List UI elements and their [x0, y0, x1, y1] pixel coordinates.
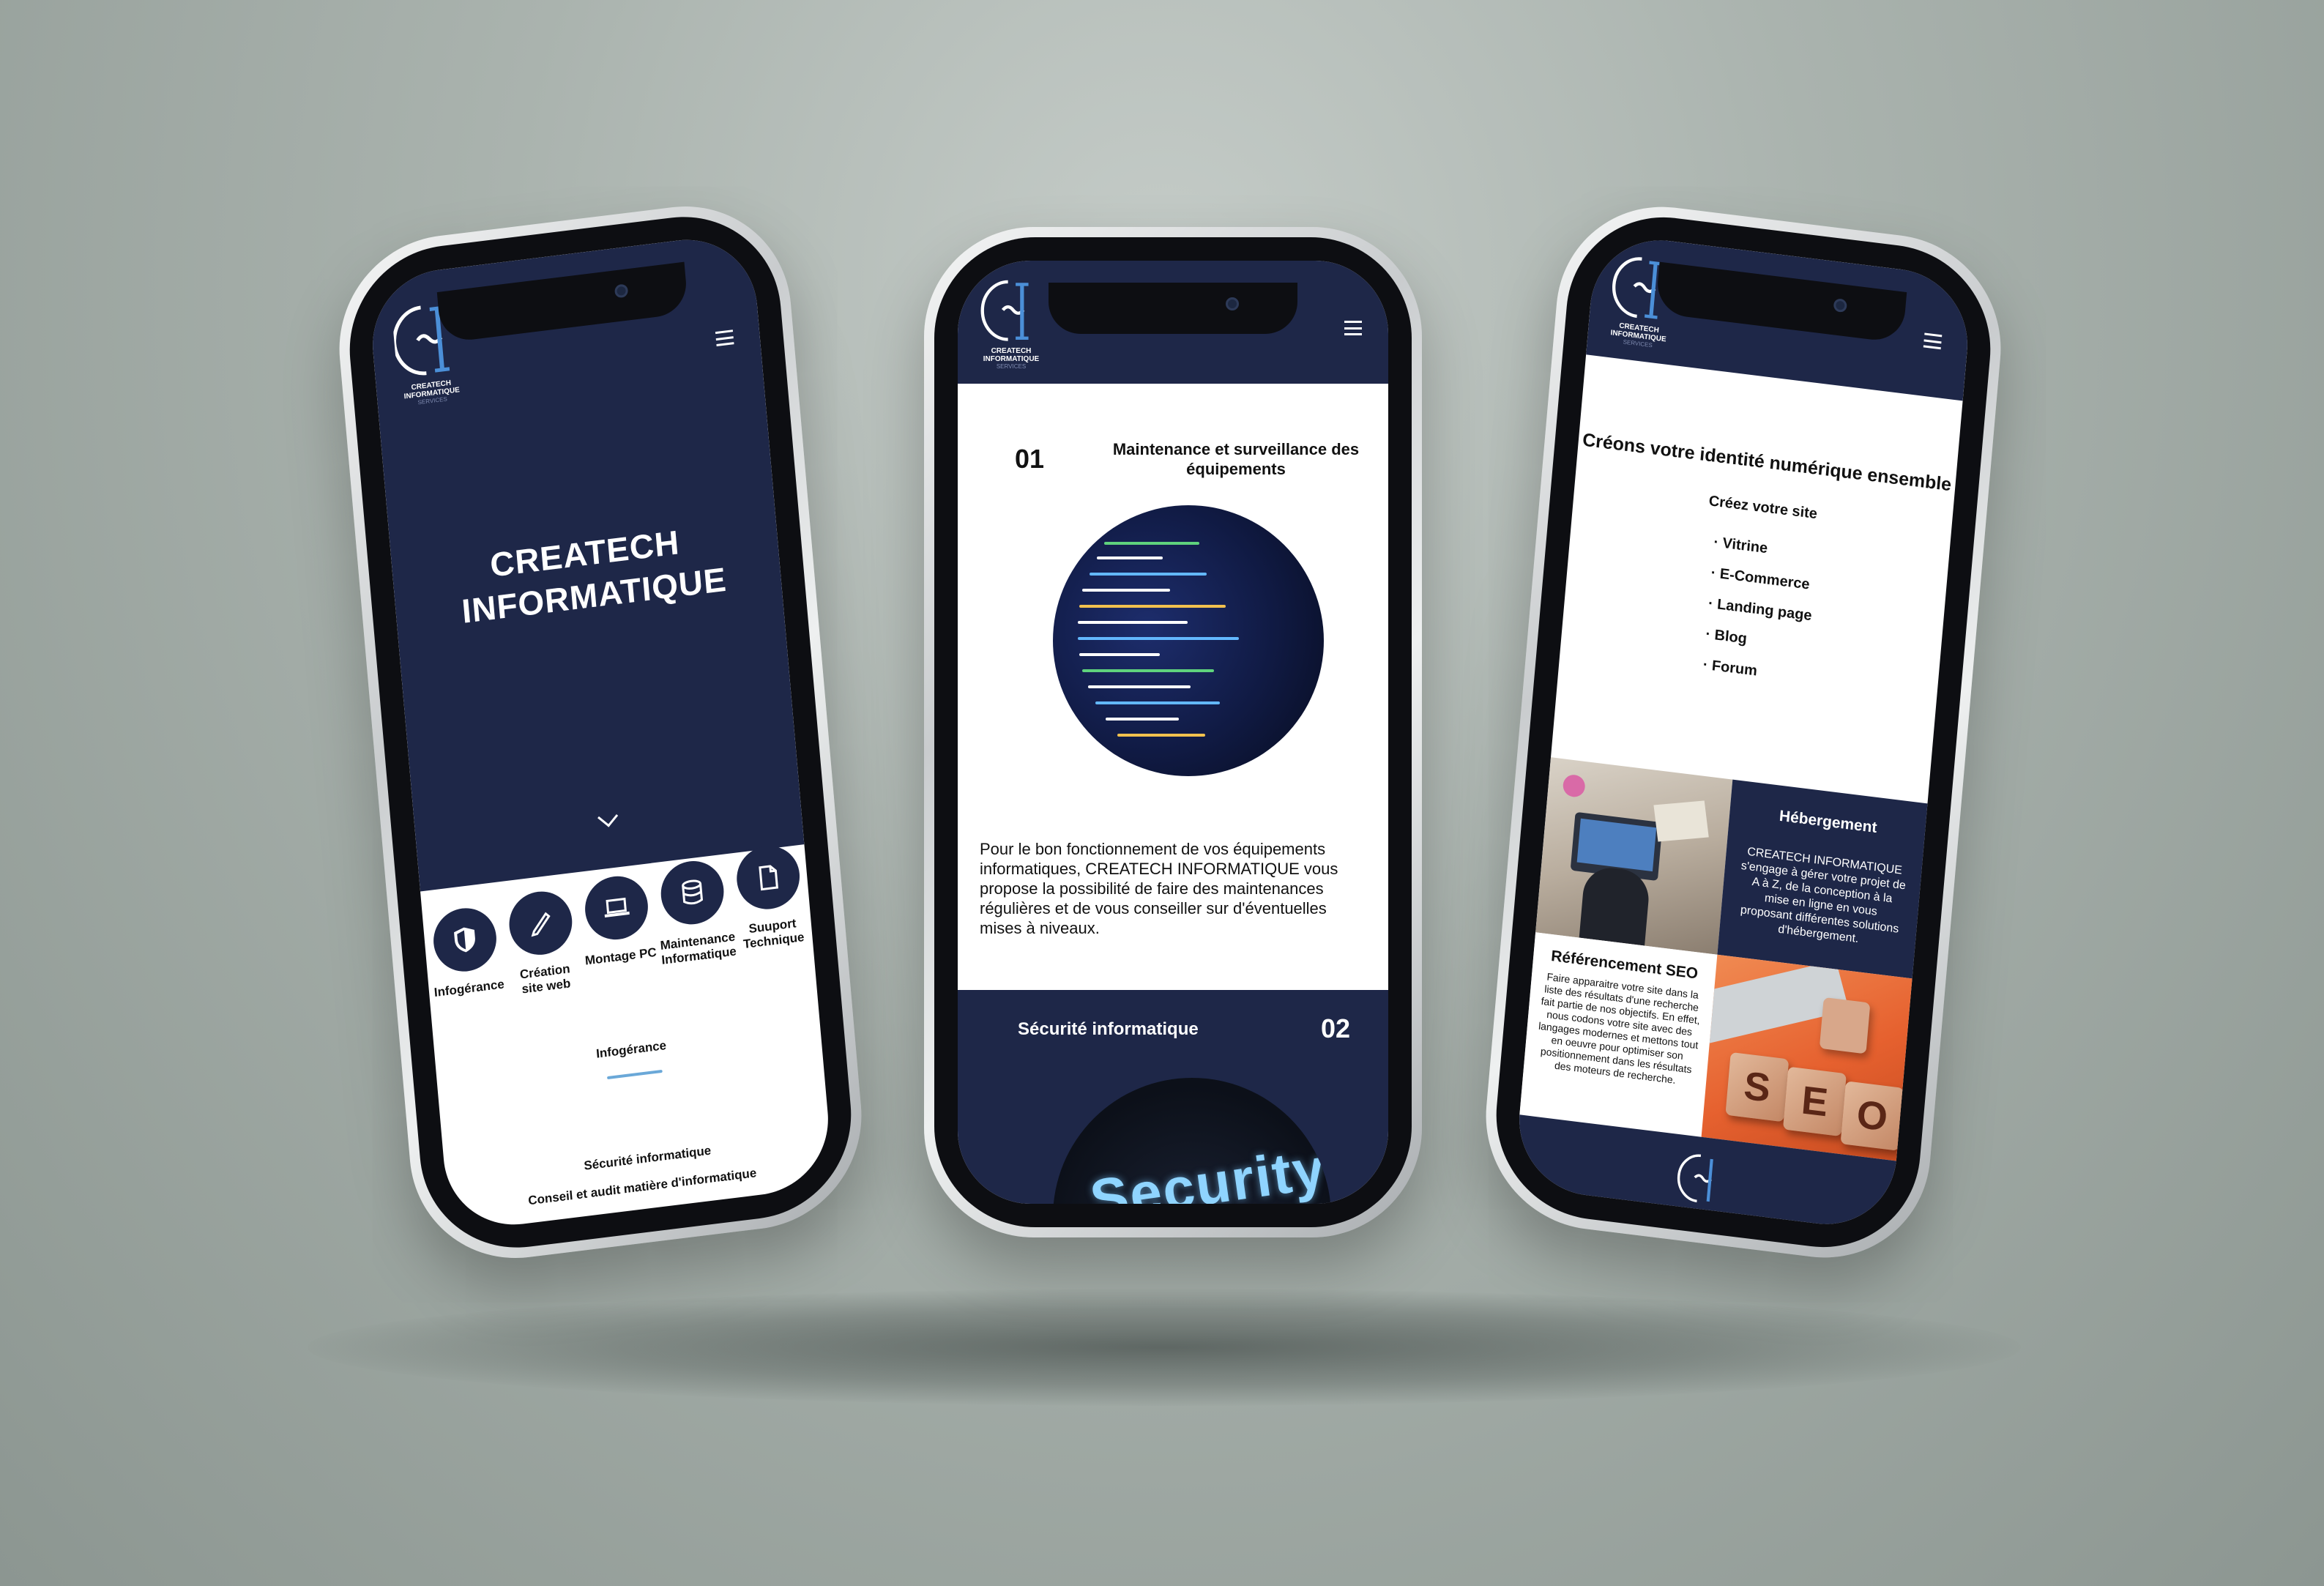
document-icon — [734, 842, 802, 913]
service-label: Montage PC — [584, 945, 658, 968]
hero-section: CREATECH INFORMATIQUE SERVICES CREATECH … — [366, 231, 805, 892]
phone-left: CREATECH INFORMATIQUE SERVICES CREATECH … — [330, 193, 871, 1271]
service-infogerance[interactable]: Infogérance — [426, 904, 507, 1001]
phone-right: CREATECH INFORMATIQUE SERVICES Créons vo… — [1477, 194, 2010, 1270]
service-maintenance[interactable]: Maintenance Informatique — [653, 857, 737, 968]
seo-letter-block: S — [1725, 1051, 1789, 1123]
logo-mark-icon — [980, 280, 1029, 341]
active-tab-indicator — [607, 1069, 663, 1080]
pen-icon — [506, 887, 575, 958]
hero-title: CREATECH INFORMATIQUE — [460, 523, 729, 630]
hamburger-icon[interactable] — [1344, 321, 1362, 335]
hosting-panel: Hébergement CREATECH INFORMATIQUE s'enga… — [1717, 779, 1929, 979]
security-word: Security — [1086, 1135, 1330, 1204]
logo-line1: CREATECH — [991, 347, 1032, 355]
tab-infogerance[interactable]: Infogérance — [595, 1038, 666, 1062]
service-support[interactable]: Suuport Technique — [729, 841, 811, 953]
phone-notch — [1049, 283, 1297, 334]
section-paragraph: Pour le bon fonctionnement de vos équipe… — [980, 840, 1338, 937]
section-number: 01 — [1015, 444, 1045, 474]
logo-tagline: SERVICES — [996, 363, 1027, 370]
floor-shadow — [308, 1289, 2021, 1406]
camera-icon — [614, 283, 629, 299]
list-item[interactable]: Sécurité informatique — [584, 1144, 712, 1174]
site-type-item[interactable]: · Blog — [1705, 626, 1748, 648]
site-type-item[interactable]: · Landing page — [1707, 595, 1812, 625]
hosting-title: Hébergement — [1779, 807, 1878, 837]
service-label: Maintenance Informatique — [659, 929, 737, 967]
logo-line2: INFORMATIQUE — [983, 355, 1040, 363]
seo-letter-block: O — [1840, 1081, 1904, 1151]
camera-icon — [1226, 297, 1239, 310]
hosting-photo — [1535, 757, 1733, 955]
camera-icon — [1833, 298, 1848, 313]
service-label: Suuport Technique — [742, 916, 805, 952]
site-type-item[interactable]: · E-Commerce — [1710, 565, 1811, 593]
seo-text: Faire apparaitre votre site dans la list… — [1538, 970, 1701, 1086]
laptop-icon — [582, 872, 651, 944]
seo-panel: Référencement SEO Faire apparaitre votre… — [1519, 932, 1718, 1137]
hamburger-icon[interactable] — [1923, 332, 1943, 350]
code-image — [1053, 505, 1324, 776]
service-label: Infogérance — [433, 977, 505, 1000]
security-image: Security — [1053, 1078, 1331, 1204]
chevron-down-icon[interactable] — [597, 806, 619, 827]
shield-icon — [431, 904, 499, 975]
section-number: 02 — [1320, 1013, 1350, 1043]
database-icon — [658, 857, 727, 928]
section-title: Maintenance et surveillance des équipeme… — [1112, 440, 1360, 478]
logo-mark-icon — [1677, 1154, 1713, 1203]
seo-photo: S E O — [1701, 954, 1914, 1161]
hosting-text: CREATECH INFORMATIQUE s'engage à gérer v… — [1740, 845, 1907, 946]
phone-center: CREATECH INFORMATIQUE SERVICES 01 Mainte… — [924, 227, 1422, 1237]
service-label: Création site web — [519, 961, 572, 997]
site-type-item[interactable]: · Forum — [1702, 657, 1758, 680]
security-section: Sécurité informatique 02 Security — [958, 990, 1388, 1204]
service-montage-pc[interactable]: Montage PC — [578, 872, 658, 969]
hamburger-icon[interactable] — [715, 330, 734, 347]
service-creation-web[interactable]: Création site web — [502, 887, 584, 999]
site-type-item[interactable]: · Vitrine — [1713, 534, 1769, 557]
section-title: Sécurité informatique — [1018, 1019, 1199, 1039]
phone-screen: CREATECH INFORMATIQUE SERVICES 01 Mainte… — [958, 261, 1388, 1204]
brand-logo[interactable]: CREATECH INFORMATIQUE SERVICES — [971, 277, 1051, 371]
seo-letter-block: E — [1782, 1066, 1847, 1137]
